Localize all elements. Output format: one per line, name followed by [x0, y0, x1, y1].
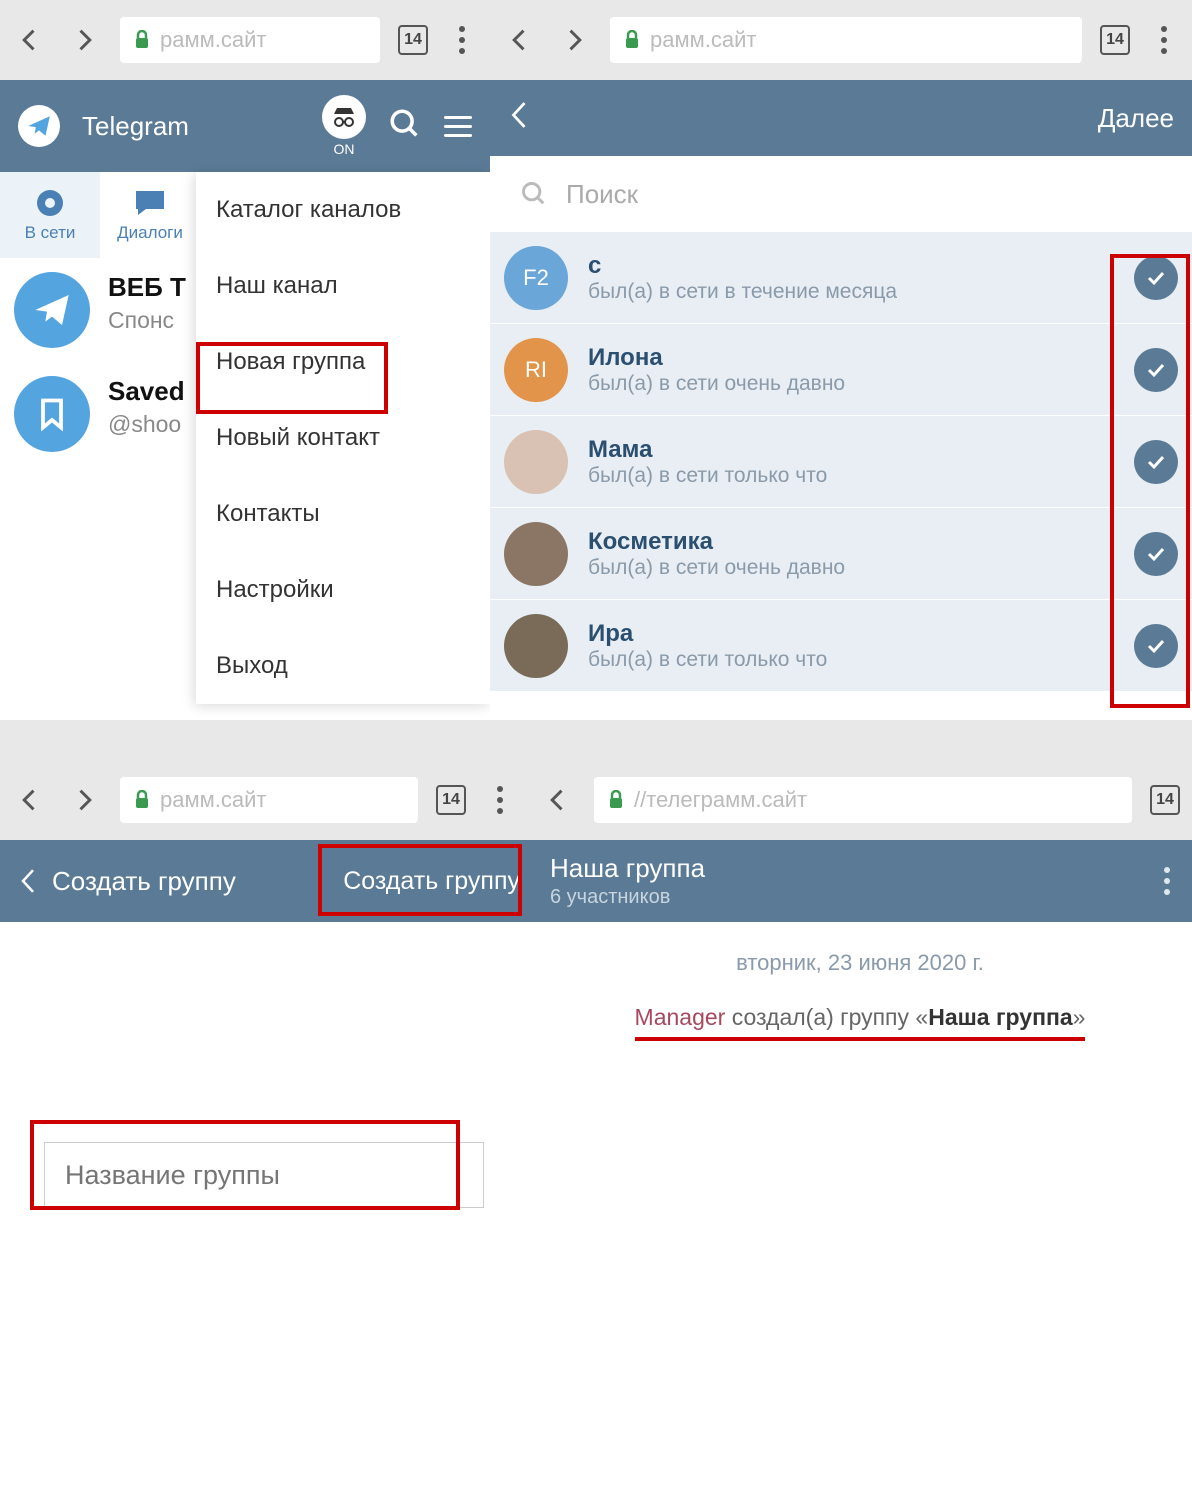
tab-dialogs[interactable]: Диалоги: [100, 172, 200, 258]
tab-count-button[interactable]: 14: [1150, 785, 1180, 815]
dropdown-settings[interactable]: Настройки: [196, 552, 490, 628]
app-title: Telegram: [82, 111, 300, 142]
address-bar[interactable]: //телеграмм.сайт: [594, 777, 1132, 823]
contacts-list: F2 с был(а) в сети в течение месяца RI И…: [490, 232, 1192, 692]
tab-label: В сети: [25, 223, 76, 243]
search-placeholder: Поиск: [566, 179, 638, 210]
nav-forward-button[interactable]: [66, 22, 102, 58]
contact-name: Мама: [588, 436, 1114, 464]
lock-icon: [624, 30, 640, 50]
incognito-label: ON: [334, 141, 355, 157]
url-text: //телеграмм.сайт: [634, 787, 807, 813]
lock-icon: [134, 30, 150, 50]
contact-row[interactable]: RI Илона был(а) в сети очень давно: [490, 324, 1192, 416]
search-icon: [520, 180, 548, 208]
contact-row[interactable]: Ира был(а) в сети только что: [490, 600, 1192, 692]
dropdown-exit[interactable]: Выход: [196, 628, 490, 704]
app-header: Telegram ON: [0, 80, 490, 172]
members-count: 6 участников: [550, 886, 705, 909]
online-icon: [34, 187, 66, 219]
contact-row[interactable]: Косметика был(а) в сети очень давно: [490, 508, 1192, 600]
avatar: [14, 376, 90, 452]
contact-name: с: [588, 252, 1114, 280]
contact-row[interactable]: Мама был(а) в сети только что: [490, 416, 1192, 508]
contact-status: был(а) в сети в течение месяца: [588, 280, 1114, 304]
avatar: [504, 614, 568, 678]
address-bar[interactable]: рамм.сайт: [610, 17, 1082, 63]
nav-back-button[interactable]: [540, 782, 576, 818]
group-name-in-msg: Наша группа: [928, 1004, 1072, 1030]
manager-label: Manager: [635, 1004, 726, 1030]
contact-name: Ира: [588, 620, 1114, 648]
contact-name: Косметика: [588, 528, 1114, 556]
highlight-new-group: [196, 342, 388, 414]
contact-row[interactable]: F2 с был(а) в сети в течение месяца: [490, 232, 1192, 324]
avatar: RI: [504, 338, 568, 402]
dialogs-icon: [132, 187, 168, 219]
highlight-create-button: [318, 844, 522, 916]
search-button[interactable]: [388, 107, 422, 146]
nav-forward-button[interactable]: [556, 22, 592, 58]
chat-menu-button[interactable]: [1164, 867, 1170, 895]
dropdown-our-channel[interactable]: Наш канал: [196, 248, 490, 324]
contact-status: был(а) в сети только что: [588, 464, 1114, 488]
tab-count-button[interactable]: 14: [398, 25, 428, 55]
system-message: Manager создал(а) группу «Наша группа»: [528, 1004, 1192, 1041]
group-chat-header: Наша группа 6 участников: [528, 840, 1192, 922]
nav-back-button[interactable]: [12, 782, 48, 818]
contacts-search[interactable]: Поиск: [490, 156, 1192, 232]
nav-back-button[interactable]: [12, 22, 48, 58]
select-contacts-panel: Далее Поиск F2 с был(а) в сети в течение…: [490, 80, 1192, 720]
tab-count-button[interactable]: 14: [436, 785, 466, 815]
app-dropdown-menu: Каталог каналов Наш канал Новая группа Н…: [196, 172, 490, 704]
contact-name: Илона: [588, 344, 1114, 372]
group-title: Наша группа: [550, 853, 705, 884]
telegram-logo-icon: [18, 105, 60, 147]
contact-status: был(а) в сети только что: [588, 648, 1114, 672]
highlight-group-name-input: [30, 1120, 460, 1210]
address-bar[interactable]: рамм.сайт: [120, 17, 380, 63]
browser-bar-3: рамм.сайт 14: [0, 760, 528, 840]
incognito-icon: [322, 95, 366, 139]
address-bar[interactable]: рамм.сайт: [120, 777, 418, 823]
telegram-plane-icon: [32, 290, 72, 330]
bookmark-icon: [34, 396, 70, 432]
back-button[interactable]: [508, 98, 530, 139]
contact-status: был(а) в сети очень давно: [588, 372, 1114, 396]
nav-forward-button[interactable]: [66, 782, 102, 818]
browser-menu-button[interactable]: [484, 786, 516, 814]
nav-back-button[interactable]: [502, 22, 538, 58]
browser-bar-1: рамм.сайт 14: [0, 0, 490, 80]
back-icon[interactable]: [18, 866, 38, 896]
browser-bar-4: //телеграмм.сайт 14: [528, 760, 1192, 840]
lock-icon: [608, 790, 624, 810]
menu-button[interactable]: [444, 116, 472, 137]
avatar: [14, 272, 90, 348]
chat-date-label: вторник, 23 июня 2020 г.: [528, 950, 1192, 976]
tab-count-button[interactable]: 14: [1100, 25, 1130, 55]
tab-online[interactable]: В сети: [0, 172, 100, 258]
contact-status: был(а) в сети очень давно: [588, 556, 1114, 580]
back-label[interactable]: Создать группу: [52, 866, 236, 897]
incognito-toggle[interactable]: ON: [322, 95, 366, 157]
tab-label: Диалоги: [117, 223, 183, 243]
url-text: рамм.сайт: [650, 27, 756, 53]
lock-icon: [134, 790, 150, 810]
url-text: рамм.сайт: [160, 787, 266, 813]
avatar: [504, 430, 568, 494]
next-button[interactable]: Далее: [1098, 103, 1174, 134]
browser-menu-button[interactable]: [446, 26, 478, 54]
browser-menu-button[interactable]: [1148, 26, 1180, 54]
browser-bar-2: рамм.сайт 14: [490, 0, 1192, 80]
avatar: [504, 522, 568, 586]
highlight-checkmarks: [1110, 254, 1190, 708]
url-text: рамм.сайт: [160, 27, 266, 53]
avatar: F2: [504, 246, 568, 310]
contacts-header: Далее: [490, 80, 1192, 156]
group-chat-panel: Наша группа 6 участников вторник, 23 июн…: [528, 840, 1192, 1504]
dropdown-catalog[interactable]: Каталог каналов: [196, 172, 490, 248]
dropdown-contacts[interactable]: Контакты: [196, 476, 490, 552]
